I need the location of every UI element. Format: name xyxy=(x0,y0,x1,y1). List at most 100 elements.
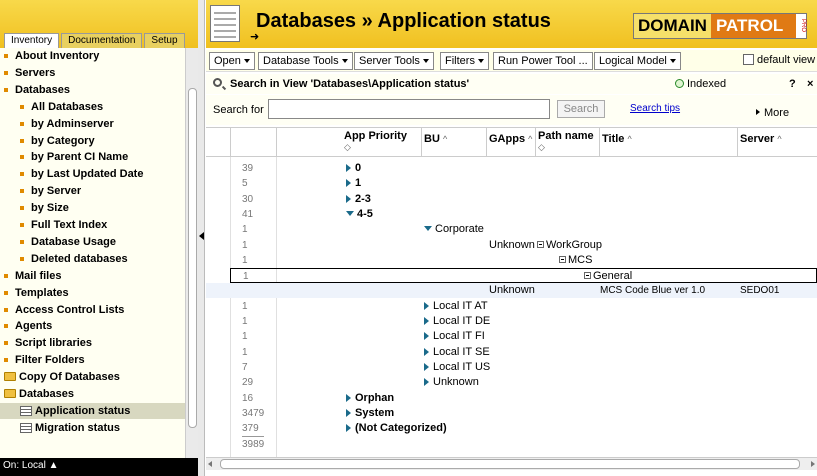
database-tools-button[interactable]: Database Tools xyxy=(258,52,353,70)
search-input[interactable] xyxy=(268,99,550,119)
sort-icon[interactable]: ◇ xyxy=(344,142,351,152)
category-row[interactable]: 30 2-3 xyxy=(206,192,817,207)
row-category[interactable]: (Not Categorized) xyxy=(346,421,447,436)
collapse-box-icon[interactable] xyxy=(559,255,566,263)
expand-twistie-icon[interactable] xyxy=(346,408,351,417)
nav-item[interactable]: Templates xyxy=(0,285,185,301)
expand-twistie-icon[interactable] xyxy=(424,362,429,371)
category-row[interactable]: 51 xyxy=(206,176,817,191)
more-options-toggle[interactable]: More xyxy=(756,107,789,119)
expand-twistie-icon[interactable] xyxy=(346,194,351,203)
scrollbar-thumb[interactable] xyxy=(188,88,197,428)
row-category[interactable]: Unknown xyxy=(489,238,535,253)
scroll-left-icon[interactable] xyxy=(208,461,212,467)
category-row[interactable]: 3989 xyxy=(206,436,817,451)
category-row[interactable]: 16 Orphan xyxy=(206,391,817,406)
navigator-scrollbar[interactable] xyxy=(185,48,198,458)
category-row[interactable]: 1 Unknown WorkGroup xyxy=(206,238,817,253)
collapse-twistie-icon[interactable] xyxy=(424,226,432,232)
nav-item[interactable]: Access Control Lists xyxy=(0,302,185,318)
scrollbar-thumb[interactable] xyxy=(220,459,800,469)
search-tips-link[interactable]: Search tips xyxy=(630,103,680,114)
nav-item[interactable]: Filter Folders xyxy=(0,352,185,368)
nav-item[interactable]: Full Text Index xyxy=(0,217,185,233)
nav-item[interactable]: by Parent CI Name xyxy=(0,149,185,165)
category-row[interactable]: 1 Local IT DE xyxy=(206,314,817,329)
row-category[interactable]: General xyxy=(584,269,632,284)
expand-twistie-icon[interactable] xyxy=(346,393,351,402)
scroll-right-icon[interactable] xyxy=(811,461,815,467)
nav-item[interactable]: About Inventory xyxy=(0,48,185,64)
nav-item[interactable]: by Last Updated Date xyxy=(0,166,185,182)
row-category[interactable]: MCS xyxy=(559,253,592,268)
checkbox-icon[interactable] xyxy=(743,54,754,65)
nav-item[interactable]: Database Usage xyxy=(0,234,185,250)
row-category[interactable]: Orphan xyxy=(346,391,394,406)
category-row[interactable]: 1 MCS xyxy=(206,253,817,268)
default-view-checkbox[interactable]: default view xyxy=(743,54,815,66)
row-category[interactable]: 2-3 xyxy=(346,192,371,207)
col-server[interactable]: Server ^ xyxy=(740,134,782,145)
category-row[interactable]: 41 4-5 xyxy=(206,207,817,222)
server-tools-button[interactable]: Server Tools xyxy=(354,52,434,70)
run-power-tool-button[interactable]: Run Power Tool ... xyxy=(493,52,593,70)
horizontal-scrollbar[interactable] xyxy=(206,457,817,470)
row-category[interactable]: Unknown xyxy=(489,283,535,298)
category-row[interactable]: 1 Local IT AT xyxy=(206,299,817,314)
row-category[interactable]: 4-5 xyxy=(346,207,373,222)
expand-twistie-icon[interactable] xyxy=(424,347,429,356)
collapse-box-icon[interactable] xyxy=(584,272,591,280)
row-category[interactable]: System xyxy=(346,406,394,421)
nav-item[interactable]: Databases xyxy=(0,82,185,98)
row-category[interactable]: 1 xyxy=(346,176,361,191)
tab-inventory[interactable]: Inventory xyxy=(4,33,60,48)
location-status[interactable]: On: Local ▲ xyxy=(0,458,198,476)
category-row[interactable]: 379 (Not Categorized) xyxy=(206,421,817,436)
expand-twistie-icon[interactable] xyxy=(424,378,429,387)
filters-button[interactable]: Filters xyxy=(440,52,489,70)
nav-item[interactable]: Agents xyxy=(0,318,185,334)
col-app-priority[interactable]: App Priority ◇ xyxy=(344,131,414,153)
category-row[interactable]: 1 Corporate xyxy=(206,222,817,237)
sort-icon[interactable]: ^ xyxy=(777,134,781,144)
category-row[interactable]: 1 Local IT SE xyxy=(206,345,817,360)
row-category[interactable]: 0 xyxy=(346,161,361,176)
nav-item[interactable]: Deleted databases xyxy=(0,251,185,267)
category-row[interactable]: 1 Local IT FI xyxy=(206,329,817,344)
row-category[interactable]: Local IT FI xyxy=(424,329,485,344)
expand-twistie-icon[interactable] xyxy=(346,164,351,172)
expand-twistie-icon[interactable] xyxy=(346,179,351,188)
nav-item[interactable]: All Databases xyxy=(0,99,185,115)
row-category[interactable]: Local IT AT xyxy=(424,299,488,314)
category-row[interactable]: 3479 System xyxy=(206,406,817,421)
tab-setup[interactable]: Setup xyxy=(144,33,185,48)
category-row[interactable]: 29 Unknown xyxy=(206,375,817,390)
nav-item[interactable]: Copy Of Databases xyxy=(0,369,185,385)
row-category[interactable]: Corporate xyxy=(424,222,484,237)
expand-twistie-icon[interactable] xyxy=(424,301,429,310)
nav-item[interactable]: by Adminserver xyxy=(0,116,185,132)
nav-item[interactable]: Databases xyxy=(0,386,185,402)
expand-twistie-icon[interactable] xyxy=(424,332,429,341)
search-button[interactable]: Search xyxy=(557,100,605,118)
nav-item[interactable]: Migration status xyxy=(0,420,185,436)
category-row[interactable]: 1 General xyxy=(230,268,817,284)
nav-item[interactable]: by Size xyxy=(0,200,185,216)
collapse-arrow-icon[interactable] xyxy=(199,232,204,240)
col-gapps[interactable]: GApps ^ xyxy=(489,134,532,145)
path-category[interactable]: WorkGroup xyxy=(537,238,602,253)
expand-twistie-icon[interactable] xyxy=(424,317,429,325)
nav-item[interactable]: by Server xyxy=(0,183,185,199)
logical-model-button[interactable]: Logical Model xyxy=(594,52,681,70)
sort-icon[interactable]: ^ xyxy=(627,134,631,144)
col-path-name[interactable]: Path name ◇ xyxy=(538,131,596,153)
nav-item[interactable]: by Category xyxy=(0,133,185,149)
category-row[interactable]: 39 0 xyxy=(206,161,817,176)
nav-item[interactable]: Script libraries xyxy=(0,335,185,351)
tab-documentation[interactable]: Documentation xyxy=(61,33,143,48)
collapse-box-icon[interactable] xyxy=(537,240,544,248)
col-title[interactable]: Title ^ xyxy=(602,134,632,145)
open-button[interactable]: Open xyxy=(209,52,255,70)
document-row[interactable]: Unknown MCS Code Blue ver 1.0 SEDO01 xyxy=(206,283,817,299)
expand-twistie-icon[interactable] xyxy=(346,424,351,433)
